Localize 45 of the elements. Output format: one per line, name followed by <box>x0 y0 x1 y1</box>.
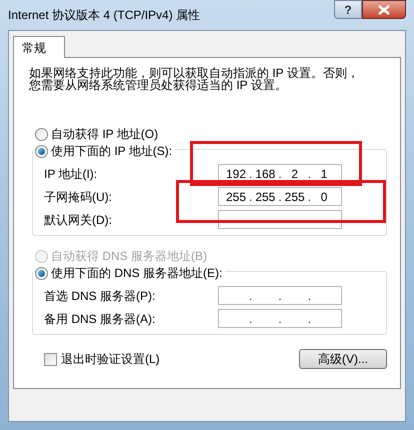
radio-button[interactable] <box>35 144 48 158</box>
advanced-button[interactable]: 高级(V)... <box>299 349 387 369</box>
octet-value: 2 <box>291 166 298 182</box>
octet-value: 168 <box>255 166 276 182</box>
ip-address-field[interactable]: . . . <box>218 309 342 328</box>
checkbox[interactable] <box>44 352 57 366</box>
description-line: 您需要从网络系统管理员处获得适当的 IP 设置。 <box>29 79 287 91</box>
octet-value: 255 <box>255 188 276 206</box>
octet-value: 255 <box>284 188 305 206</box>
option-label: 使用下面的 IP 地址(S): <box>51 143 172 160</box>
field-label: 首选 DNS 服务器(P): <box>44 288 156 304</box>
octet-value: 192 <box>226 166 246 182</box>
description-line: 如果网络支持此功能，则可以获取自动指派的 IP 设置。否则， <box>29 67 359 79</box>
field-label: 备用 DNS 服务器(A): <box>44 310 156 328</box>
radio-button[interactable] <box>35 266 48 280</box>
octet-separator: . <box>308 310 312 328</box>
option-label: 自动获得 IP 地址(O) <box>51 126 158 143</box>
close-icon <box>378 4 390 14</box>
octet-separator: . <box>308 288 312 304</box>
option-label: 自动获得 DNS 服务器地址(B) <box>51 248 207 265</box>
ip-address-field[interactable]: 255 . 255 . 255 . 0 <box>218 187 342 206</box>
octet-separator: . <box>308 166 312 182</box>
octet-separator: . <box>249 188 252 206</box>
octet-separator: . <box>278 166 282 182</box>
octet-value: 0 <box>320 188 328 206</box>
field-label: 子网掩码(U): <box>44 188 113 206</box>
octet-value: 1 <box>320 166 328 182</box>
octet-separator: . <box>308 188 312 206</box>
octet-separator: . <box>249 166 252 182</box>
octet-value: 255 <box>226 188 246 206</box>
help-button[interactable]: ? <box>334 0 362 19</box>
octet-separator: . <box>278 188 282 206</box>
close-button[interactable] <box>362 0 406 19</box>
radio-button[interactable] <box>35 128 48 140</box>
checkbox-label: 退出时验证设置(L) <box>61 351 160 368</box>
octet-separator: . <box>278 288 282 304</box>
field-label: 默认网关(D): <box>44 212 113 228</box>
field-label: IP 地址(I): <box>44 166 98 182</box>
octet-separator: . <box>249 288 252 304</box>
option-label: 使用下面的 DNS 服务器地址(E): <box>51 265 222 282</box>
octet-separator: . <box>249 310 252 328</box>
window-title: Internet 协议版本 4 (TCP/IPv4) 属性 <box>8 7 200 24</box>
ip-address-field[interactable]: . . . <box>218 286 342 305</box>
octet-separator: . <box>278 310 282 328</box>
tab[interactable]: 常规 <box>13 36 65 58</box>
